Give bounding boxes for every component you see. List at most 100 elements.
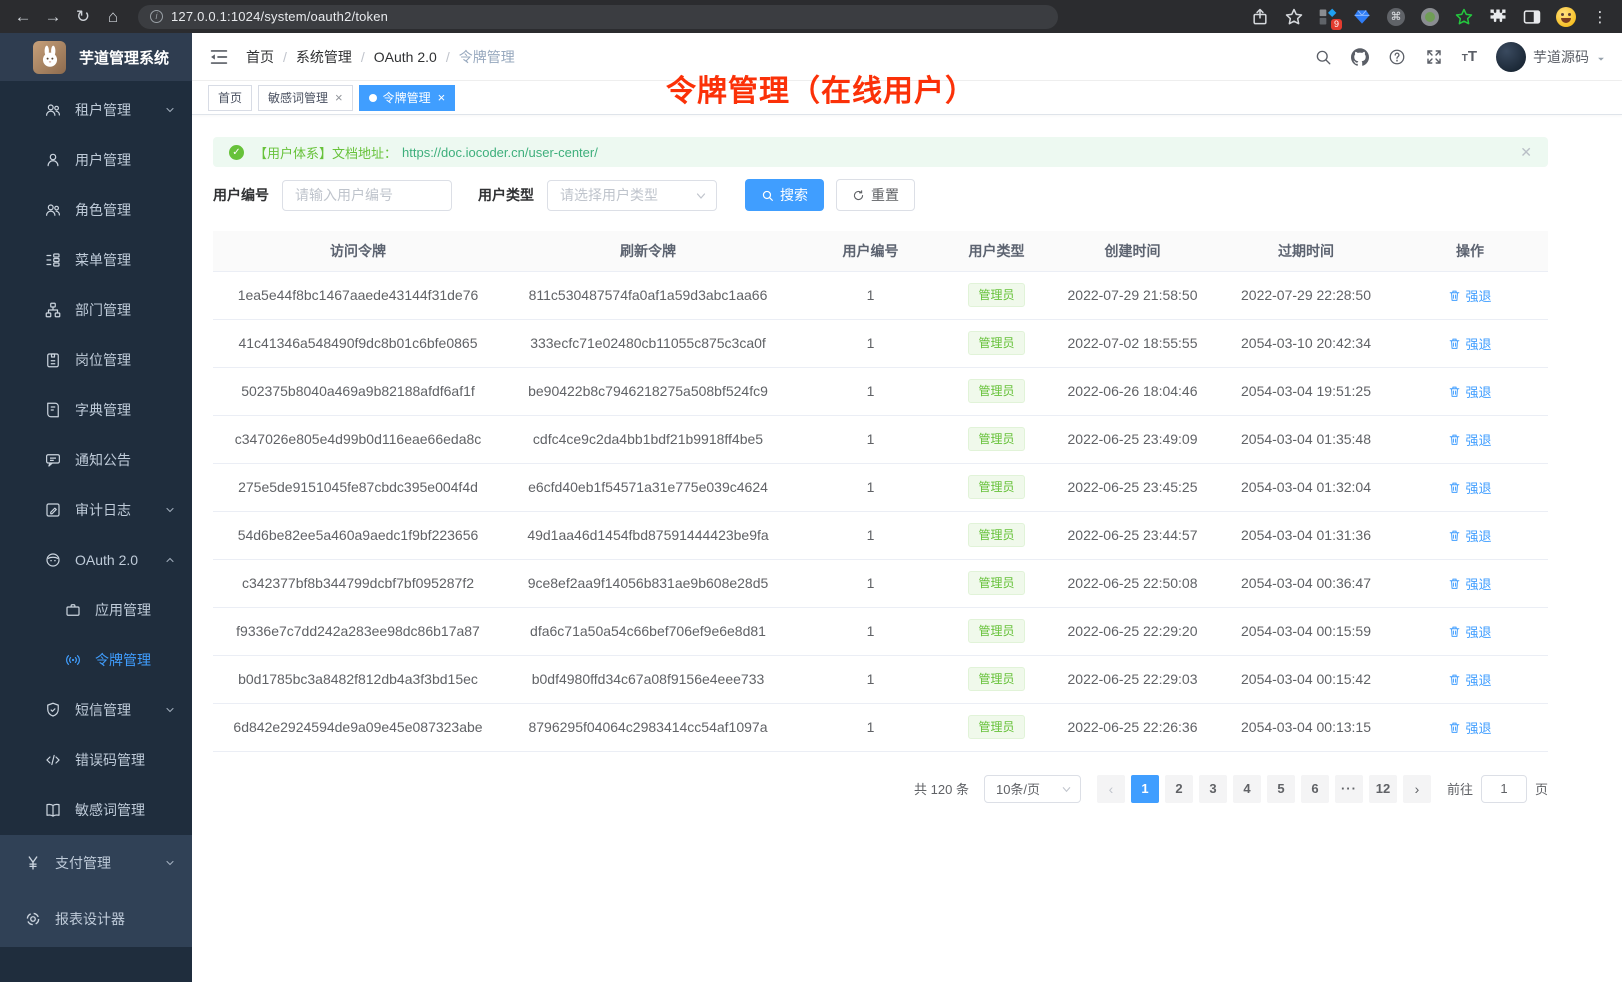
home-icon[interactable]: ⌂ xyxy=(100,4,126,30)
help-icon[interactable] xyxy=(1388,48,1406,66)
app-logo[interactable]: 芋道管理系统 xyxy=(0,33,192,81)
force-logout-button[interactable]: 强退 xyxy=(1448,718,1491,737)
sidebar-toggle-icon[interactable] xyxy=(1522,7,1542,27)
yen-icon xyxy=(24,854,42,872)
refresh-token-cell: 9ce8ef2aa9f14056b831ae9b608e28d5 xyxy=(503,559,793,607)
sidebar-item-label: 审计日志 xyxy=(75,500,131,520)
site-info-icon[interactable]: i xyxy=(150,10,163,23)
force-logout-button[interactable]: 强退 xyxy=(1448,382,1491,401)
font-size-icon[interactable]: TT xyxy=(1462,49,1477,64)
create-time-cell: 2022-06-25 23:49:09 xyxy=(1045,415,1220,463)
back-icon[interactable]: ← xyxy=(10,4,36,30)
menu-fold-icon[interactable] xyxy=(208,46,230,68)
sidebar-item[interactable]: 令牌管理 xyxy=(0,635,192,685)
user-id-input[interactable] xyxy=(282,180,452,211)
forward-icon[interactable]: → xyxy=(40,4,66,30)
tab-close-icon[interactable]: × xyxy=(438,91,446,104)
next-page-button[interactable]: › xyxy=(1403,775,1431,803)
force-logout-label: 强退 xyxy=(1465,286,1491,305)
sidebar-item[interactable]: OAuth 2.0 xyxy=(0,535,192,585)
breadcrumb-item[interactable]: 首页 xyxy=(246,47,274,67)
page-button[interactable]: 2 xyxy=(1165,775,1193,803)
sidebar-item-label: 令牌管理 xyxy=(95,650,151,670)
sidebar-item[interactable]: 用户管理 xyxy=(0,135,192,185)
total-count: 共 120 条 xyxy=(914,779,969,798)
tab-close-icon[interactable]: × xyxy=(335,91,343,104)
sidebar-item[interactable]: 菜单管理 xyxy=(0,235,192,285)
expire-time-cell: 2054-03-04 01:32:04 xyxy=(1220,463,1392,511)
search-button[interactable]: 搜索 xyxy=(745,179,824,211)
user-type-select[interactable]: 请选择用户类型 xyxy=(547,180,717,211)
breadcrumb-item[interactable]: OAuth 2.0 xyxy=(374,49,437,65)
page-button[interactable]: 12 xyxy=(1369,775,1397,803)
user-type-cell: 管理员 xyxy=(948,415,1045,463)
create-time-cell: 2022-06-26 18:04:46 xyxy=(1045,367,1220,415)
reload-icon[interactable]: ↻ xyxy=(70,4,96,30)
tab-item[interactable]: 首页 xyxy=(208,85,252,111)
expire-time-cell: 2054-03-04 01:31:36 xyxy=(1220,511,1392,559)
force-logout-button[interactable]: 强退 xyxy=(1448,574,1491,593)
green-star-extension-icon[interactable] xyxy=(1454,7,1474,27)
extension-collection-icon[interactable]: 9 xyxy=(1318,7,1338,27)
page-button[interactable]: 1 xyxy=(1131,775,1159,803)
sidebar-item[interactable]: 敏感词管理 xyxy=(0,785,192,835)
github-icon[interactable] xyxy=(1351,48,1369,66)
more-pages-button[interactable]: ··· xyxy=(1335,775,1363,803)
sidebar-item[interactable]: 岗位管理 xyxy=(0,335,192,385)
refresh-token-cell: 49d1aa46d1454fbd87591444423be9fa xyxy=(503,511,793,559)
fullscreen-icon[interactable] xyxy=(1425,48,1443,66)
reset-button[interactable]: 重置 xyxy=(836,179,915,211)
sidebar-item[interactable]: 租户管理 xyxy=(0,85,192,135)
puzzle-extensions-icon[interactable] xyxy=(1488,7,1508,27)
tab-item[interactable]: 敏感词管理× xyxy=(258,85,353,111)
sidebar-item[interactable]: 支付管理 xyxy=(0,835,192,891)
page-button[interactable]: 4 xyxy=(1233,775,1261,803)
browser-menu-icon[interactable]: ⋮ xyxy=(1590,7,1610,27)
url-text: 127.0.0.1:1024/system/oauth2/token xyxy=(171,9,388,24)
sidebar: 芋道管理系统 租户管理用户管理角色管理菜单管理部门管理岗位管理字典管理通知公告审… xyxy=(0,33,192,982)
green-dot-extension-icon[interactable] xyxy=(1420,7,1440,27)
sidebar-item[interactable]: 审计日志 xyxy=(0,485,192,535)
sidebar-item[interactable]: 通知公告 xyxy=(0,435,192,485)
force-logout-button[interactable]: 强退 xyxy=(1448,430,1491,449)
refresh-token-cell: e6cfd40eb1f54571a31e775e039c4624 xyxy=(503,463,793,511)
command-extension-icon[interactable]: ⌘ xyxy=(1386,7,1406,27)
sidebar-item[interactable]: 短信管理 xyxy=(0,685,192,735)
sidebar-item[interactable]: 应用管理 xyxy=(0,585,192,635)
share-icon[interactable] xyxy=(1250,7,1270,27)
sidebar-item[interactable]: 部门管理 xyxy=(0,285,192,335)
sidebar-item[interactable]: 角色管理 xyxy=(0,185,192,235)
expire-time-cell: 2054-03-04 19:51:25 xyxy=(1220,367,1392,415)
content-area: ✓ 【用户体系】文档地址： https://doc.iocoder.cn/use… xyxy=(192,115,1622,982)
tab-active[interactable]: 令牌管理× xyxy=(359,85,456,111)
page-button[interactable]: 6 xyxy=(1301,775,1329,803)
page-button[interactable]: 3 xyxy=(1199,775,1227,803)
force-logout-button[interactable]: 强退 xyxy=(1448,670,1491,689)
user-menu[interactable]: 芋道源码 xyxy=(1496,42,1606,72)
breadcrumb-item[interactable]: 系统管理 xyxy=(296,47,352,67)
gem-icon[interactable] xyxy=(1352,7,1372,27)
access-token-cell: 41c41346a548490f9dc8b01c6bfe0865 xyxy=(213,319,503,367)
force-logout-button[interactable]: 强退 xyxy=(1448,478,1491,497)
sidebar-item[interactable]: 字典管理 xyxy=(0,385,192,435)
page-button[interactable]: 5 xyxy=(1267,775,1295,803)
alert-close-icon[interactable]: ✕ xyxy=(1520,144,1532,161)
sidebar-item-label: OAuth 2.0 xyxy=(75,552,138,568)
action-cell: 强退 xyxy=(1392,367,1548,415)
sidebar-item[interactable]: 错误码管理 xyxy=(0,735,192,785)
sidebar-item[interactable]: 报表设计器 xyxy=(0,891,192,947)
search-icon[interactable] xyxy=(1314,48,1332,66)
page-size-select[interactable]: 10条/页 xyxy=(984,775,1081,803)
goto-page-input[interactable] xyxy=(1481,775,1527,803)
prev-page-button[interactable]: ‹ xyxy=(1097,775,1125,803)
profile-avatar-emoji[interactable] xyxy=(1556,7,1576,27)
user-type-badge: 管理员 xyxy=(968,379,1024,403)
bookmark-star-icon[interactable] xyxy=(1284,7,1304,27)
doc-link[interactable]: https://doc.iocoder.cn/user-center/ xyxy=(402,145,598,160)
address-bar[interactable]: i 127.0.0.1:1024/system/oauth2/token xyxy=(138,5,1058,29)
force-logout-button[interactable]: 强退 xyxy=(1448,622,1491,641)
success-check-icon: ✓ xyxy=(229,145,244,160)
force-logout-button[interactable]: 强退 xyxy=(1448,286,1491,305)
force-logout-button[interactable]: 强退 xyxy=(1448,526,1491,545)
force-logout-button[interactable]: 强退 xyxy=(1448,334,1491,353)
